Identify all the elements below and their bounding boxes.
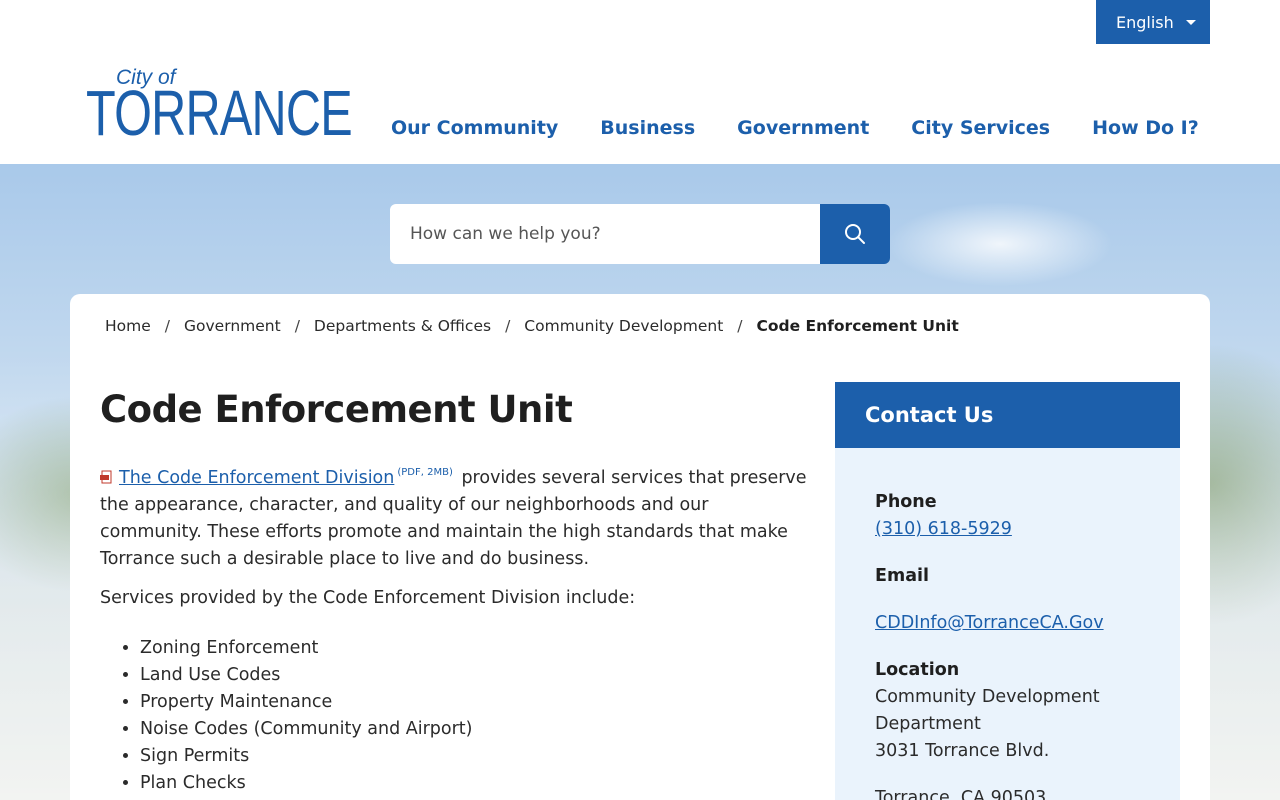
list-item: Property Maintenance (140, 689, 472, 716)
pdf-icon (100, 470, 112, 484)
search-icon (845, 224, 865, 244)
location-line: Torrance, CA 90503 (875, 788, 1047, 800)
list-item: Land Use Codes (140, 662, 472, 689)
search-button[interactable] (820, 204, 890, 264)
nav-city-services[interactable]: City Services (911, 117, 1050, 139)
breadcrumb-current: Code Enforcement Unit (756, 317, 959, 335)
breadcrumb-separator: / (294, 317, 300, 335)
email-link[interactable]: CDDInfo@TorranceCA.Gov (875, 613, 1104, 633)
language-label: English (1116, 12, 1174, 32)
contact-panel: Contact Us Phone (310) 618-5929 Email CD… (835, 382, 1180, 800)
breadcrumb-departments[interactable]: Departments & Offices (314, 317, 491, 335)
nav-government[interactable]: Government (737, 117, 869, 139)
content-card: Home / Government / Departments & Office… (70, 294, 1210, 800)
list-item: Sign Permits (140, 743, 472, 770)
contact-details: Phone (310) 618-5929 Email CDDInfo@Torra… (875, 489, 1165, 800)
breadcrumb-home[interactable]: Home (105, 317, 151, 335)
main-nav: Our Community Business Government City S… (391, 117, 1199, 139)
nav-business[interactable]: Business (600, 117, 695, 139)
logo-torrance: TORRANCE (86, 77, 353, 149)
search-bar (390, 204, 820, 264)
caret-down-icon (1186, 20, 1196, 25)
search-input[interactable] (410, 224, 810, 244)
breadcrumb-community-development[interactable]: Community Development (524, 317, 723, 335)
location-line: Department (875, 714, 981, 734)
breadcrumb-separator: / (505, 317, 511, 335)
services-list: Zoning Enforcement Land Use Codes Proper… (140, 635, 472, 797)
breadcrumb: Home / Government / Departments & Office… (105, 317, 959, 335)
language-selector[interactable]: English (1096, 0, 1210, 44)
link-file-meta: (PDF, 2MB) (397, 467, 453, 478)
site-header: English City of TORRANCE Our Community B… (0, 0, 1280, 164)
location-label: Location (875, 660, 960, 680)
page-title: Code Enforcement Unit (100, 388, 573, 431)
phone-link[interactable]: (310) 618-5929 (875, 519, 1012, 539)
breadcrumb-separator: / (737, 317, 743, 335)
contact-heading: Contact Us (835, 382, 1180, 448)
breadcrumb-government[interactable]: Government (184, 317, 281, 335)
intro-paragraph: The Code Enforcement Division (PDF, 2MB) … (100, 459, 815, 573)
services-lead: Services provided by the Code Enforcemen… (100, 588, 636, 608)
phone-label: Phone (875, 492, 937, 512)
code-enforcement-division-link[interactable]: The Code Enforcement Division (119, 468, 394, 488)
list-item: Noise Codes (Community and Airport) (140, 716, 472, 743)
email-label: Email (875, 566, 929, 586)
location-line: 3031 Torrance Blvd. (875, 741, 1050, 761)
location-line: Community Development (875, 687, 1100, 707)
list-item: Zoning Enforcement (140, 635, 472, 662)
city-logo[interactable]: City of TORRANCE (86, 66, 353, 145)
nav-how-do-i[interactable]: How Do I? (1092, 117, 1199, 139)
breadcrumb-separator: / (164, 317, 171, 335)
list-item: Plan Checks (140, 770, 472, 797)
nav-our-community[interactable]: Our Community (391, 117, 558, 139)
